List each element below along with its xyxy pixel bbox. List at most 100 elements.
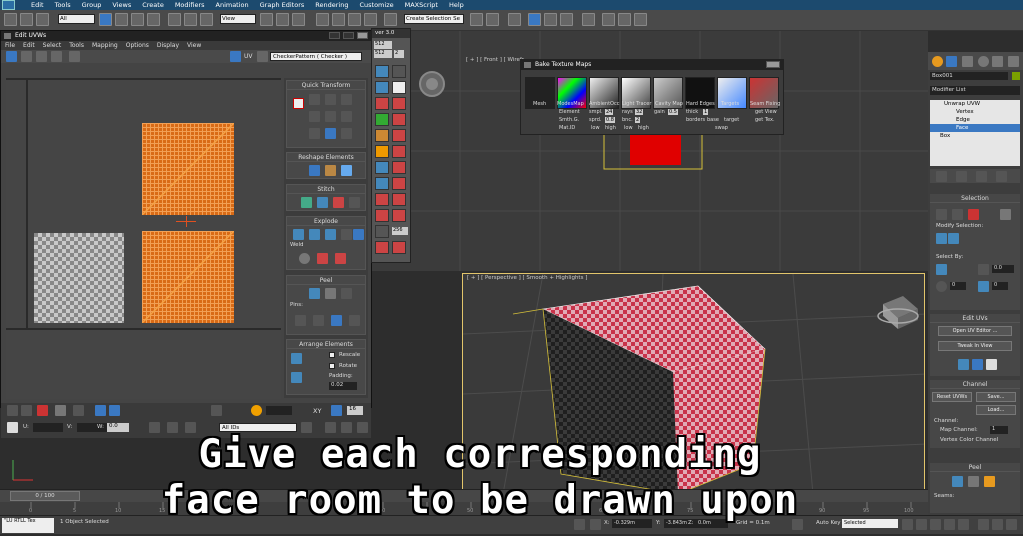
sel-vertex-icon[interactable] bbox=[936, 209, 947, 220]
weld-selected-icon[interactable] bbox=[317, 253, 328, 264]
menu-item-customize[interactable]: Customize bbox=[359, 1, 393, 9]
align-horizontal-icon[interactable] bbox=[309, 94, 320, 105]
linear-align-icon[interactable] bbox=[341, 94, 352, 105]
close-button[interactable] bbox=[357, 32, 368, 39]
element-radio-label[interactable]: Element bbox=[559, 109, 580, 115]
paint-select-icon[interactable] bbox=[211, 405, 222, 416]
reset-peel-icon[interactable] bbox=[341, 288, 352, 299]
snap-toggle-icon[interactable] bbox=[316, 13, 329, 26]
align-icon[interactable] bbox=[486, 13, 499, 26]
zoom-viewport-icon[interactable] bbox=[978, 519, 989, 530]
auto-pin-icon[interactable] bbox=[349, 315, 360, 326]
create-tab-icon[interactable] bbox=[932, 56, 943, 67]
menu-item-tools[interactable]: Tools bbox=[55, 1, 71, 9]
flatten-by-material-icon[interactable] bbox=[353, 229, 364, 240]
flip-icon[interactable] bbox=[309, 128, 320, 139]
edge-mode-icon[interactable] bbox=[21, 405, 32, 416]
align-vertical-icon[interactable] bbox=[325, 94, 336, 105]
uv-menu-view[interactable]: View bbox=[187, 41, 201, 50]
selection-header[interactable]: Selection bbox=[930, 194, 1020, 203]
quick-transform-header[interactable]: Quick Transform bbox=[287, 81, 365, 90]
stitch-source-icon[interactable] bbox=[301, 197, 312, 208]
tool-icon-16[interactable] bbox=[392, 177, 406, 190]
planar-angle-icon[interactable] bbox=[978, 264, 989, 275]
get-tex-label[interactable]: get Tex. bbox=[755, 117, 775, 123]
tool-icon-2[interactable] bbox=[392, 65, 406, 78]
sel-face-icon[interactable] bbox=[968, 209, 979, 220]
tool-icon-6[interactable] bbox=[392, 97, 406, 110]
move-tool-icon[interactable] bbox=[6, 51, 17, 62]
tool-icon-20[interactable] bbox=[392, 209, 406, 222]
modify-tab-icon[interactable] bbox=[946, 56, 957, 67]
menu-item-create[interactable]: Create bbox=[142, 1, 164, 9]
space-horizontal-icon[interactable] bbox=[309, 111, 320, 122]
loop-selection-icon[interactable] bbox=[95, 405, 106, 416]
smoothing-input[interactable]: 0 bbox=[950, 282, 966, 290]
menu-item-rendering[interactable]: Rendering bbox=[315, 1, 348, 9]
cmd-peel-mode-icon[interactable] bbox=[968, 476, 979, 487]
hide-icon[interactable] bbox=[167, 422, 178, 433]
select-object-icon[interactable] bbox=[99, 13, 112, 26]
height-input[interactable]: 512 bbox=[374, 50, 392, 58]
rotate-tool-icon[interactable] bbox=[21, 51, 32, 62]
maximize-button[interactable] bbox=[343, 32, 354, 39]
curve-editor-icon[interactable] bbox=[544, 13, 557, 26]
tool-icon-11[interactable] bbox=[375, 145, 389, 158]
relax-settings-icon[interactable] bbox=[341, 165, 352, 176]
grow-icon[interactable] bbox=[936, 233, 947, 244]
map-gizmo-icon[interactable] bbox=[986, 359, 997, 370]
scale-tool-icon[interactable] bbox=[36, 51, 47, 62]
select-manipulate-icon[interactable] bbox=[276, 13, 289, 26]
space-vertical-icon[interactable] bbox=[325, 111, 336, 122]
perspective-viewport-label[interactable]: [ + ] [ Perspective ] [ Smooth + Highlig… bbox=[467, 275, 587, 281]
grid-value[interactable]: 16 bbox=[347, 406, 363, 415]
rotate-checkbox[interactable] bbox=[329, 363, 335, 369]
move-icon[interactable] bbox=[168, 13, 181, 26]
named-selection-dropdown[interactable]: Create Selection Se bbox=[404, 14, 464, 24]
peel-mode-icon[interactable] bbox=[325, 288, 336, 299]
object-color-swatch[interactable] bbox=[1012, 72, 1020, 80]
rotate-ccw-icon[interactable] bbox=[341, 128, 352, 139]
uv-menu-mapping[interactable]: Mapping bbox=[92, 41, 118, 50]
select-by-smoothing-icon[interactable] bbox=[936, 281, 947, 292]
straighten-icon[interactable] bbox=[309, 165, 320, 176]
angle-snap-icon[interactable] bbox=[332, 13, 345, 26]
uv-menu-edit[interactable]: Edit bbox=[23, 41, 35, 50]
face-mode-icon[interactable] bbox=[37, 405, 48, 416]
uv-island-checker[interactable] bbox=[34, 233, 124, 323]
link-icon[interactable] bbox=[36, 13, 49, 26]
pack-custom-icon[interactable] bbox=[291, 372, 302, 383]
menu-item-edit[interactable]: Edit bbox=[31, 1, 44, 9]
thick-value[interactable]: 1 bbox=[703, 109, 709, 115]
weld-target-icon[interactable] bbox=[299, 253, 310, 264]
scale-icon[interactable] bbox=[200, 13, 213, 26]
low-button-1[interactable]: low bbox=[591, 125, 600, 131]
width-input[interactable]: 512 bbox=[374, 41, 392, 49]
grow-selection-icon[interactable] bbox=[73, 405, 84, 416]
tool-icon-7[interactable] bbox=[375, 113, 389, 126]
redo-icon[interactable] bbox=[20, 13, 33, 26]
make-unique-icon[interactable] bbox=[976, 171, 987, 182]
gain-value[interactable]: 0.5 bbox=[668, 109, 678, 115]
uv-editor-canvas[interactable] bbox=[6, 78, 281, 399]
flatten-by-smoothing-icon[interactable] bbox=[341, 229, 352, 240]
freeze-icon[interactable] bbox=[185, 422, 196, 433]
uv-menu-options[interactable]: Options bbox=[126, 41, 149, 50]
tool-icon-23[interactable] bbox=[392, 241, 406, 254]
count-input[interactable]: 2 bbox=[394, 50, 404, 58]
minimize-button[interactable] bbox=[329, 32, 340, 39]
tool-icon-22[interactable] bbox=[375, 241, 389, 254]
soft-value-input[interactable] bbox=[266, 406, 292, 415]
show-end-result-icon[interactable] bbox=[956, 171, 967, 182]
tool-icon-19[interactable] bbox=[375, 209, 389, 222]
rotate-icon[interactable] bbox=[184, 13, 197, 26]
sel-element-icon[interactable] bbox=[1000, 209, 1011, 220]
flatten-icon[interactable] bbox=[325, 229, 336, 240]
stack-face[interactable]: Face bbox=[930, 124, 1020, 132]
tool-icon-3[interactable] bbox=[375, 81, 389, 94]
graphite-toolbar-icon[interactable] bbox=[528, 13, 541, 26]
element-mode-icon[interactable] bbox=[55, 405, 66, 416]
reference-coord-dropdown[interactable]: View bbox=[220, 14, 256, 24]
menu-item-group[interactable]: Group bbox=[82, 1, 102, 9]
window-crossing-icon[interactable] bbox=[147, 13, 160, 26]
